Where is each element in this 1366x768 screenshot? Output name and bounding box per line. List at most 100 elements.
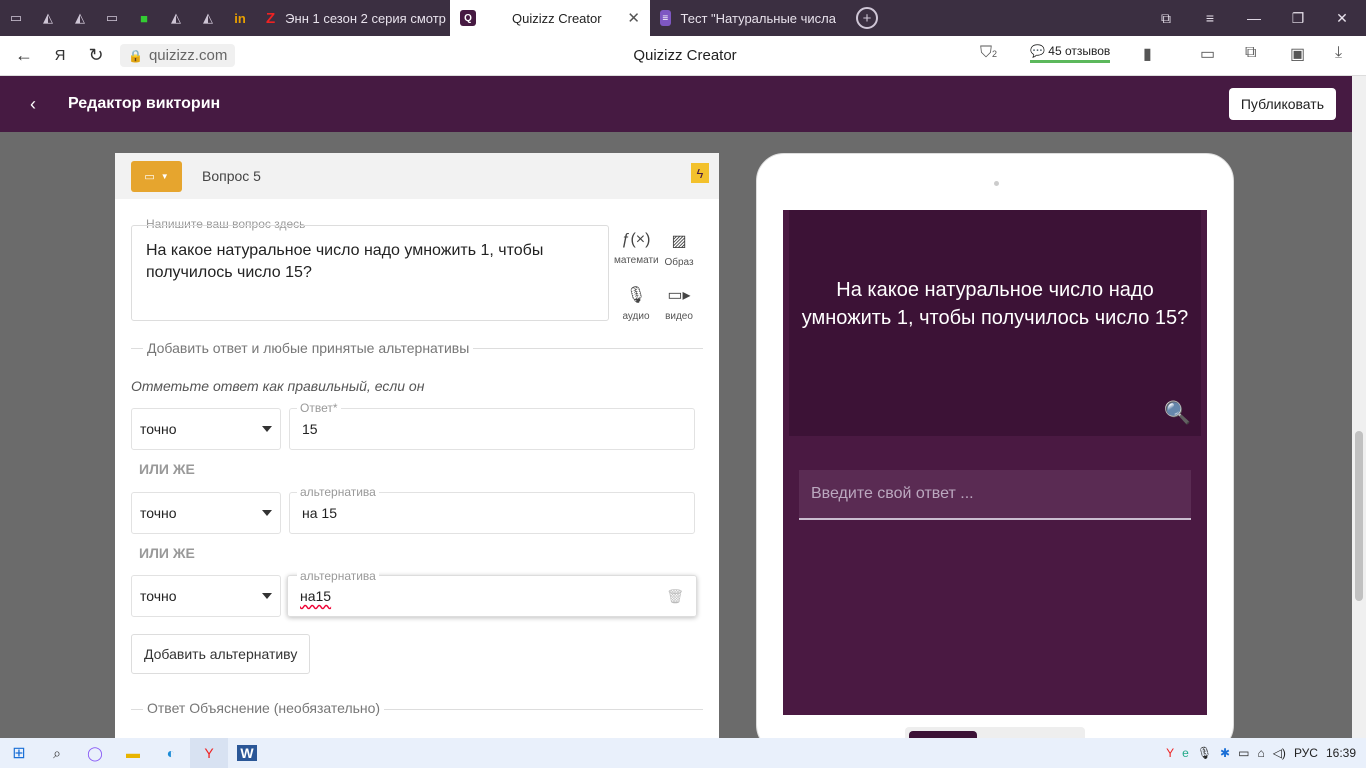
dropdown-caret-icon — [262, 426, 272, 432]
tab-favicon-3[interactable]: ◭ — [64, 0, 96, 36]
question-type-dropdown[interactable]: ▭ ▼ — [131, 160, 182, 192]
match-type-select[interactable]: точно — [131, 408, 281, 450]
tab-quizizz-creator[interactable]: Q Quizizz Creator ✕ — [450, 0, 650, 36]
tab-test[interactable]: ≡ Тест "Натуральные числа — [650, 0, 846, 36]
language-indicator[interactable]: РУС — [1294, 746, 1318, 760]
tool-label: Образ — [664, 257, 694, 268]
restore-button[interactable]: ❐ — [1276, 0, 1320, 36]
publish-button[interactable]: Публиковать — [1228, 88, 1336, 120]
image-icon: ▨ — [671, 233, 687, 250]
clock[interactable]: 16:39 — [1326, 746, 1356, 760]
bookmarks-icon[interactable]: ⧉ — [1144, 0, 1188, 36]
tab-favicon-2[interactable]: ◭ — [32, 0, 64, 36]
assistant-icon[interactable]: ◯ — [76, 738, 114, 768]
tool-label: аудио — [622, 311, 650, 322]
protect-icon[interactable]: ⛉2 — [980, 44, 997, 62]
reload-icon[interactable]: ↻ — [78, 36, 114, 76]
audio-tool[interactable]: 🎙 аудио — [614, 285, 658, 322]
video-tool[interactable]: ▭▸ видео — [657, 285, 701, 322]
windows-start-icon[interactable]: ⊞ — [0, 738, 38, 768]
network-icon[interactable]: ⌂ — [1257, 746, 1264, 760]
word-icon[interactable]: W — [228, 738, 266, 768]
back-chevron-icon[interactable]: ‹ — [30, 94, 50, 115]
match-type-select[interactable]: точно — [131, 492, 281, 534]
yandex-icon[interactable]: Я — [42, 36, 78, 76]
extension-icon[interactable]: ▣ — [1290, 44, 1305, 64]
image-tool[interactable]: ▨ Образ — [657, 231, 701, 268]
tab-video[interactable]: Z Энн 1 сезон 2 серия смотр — [256, 0, 450, 36]
bluetooth-icon[interactable]: ✱ — [1220, 746, 1230, 760]
add-alternative-button[interactable]: Добавить альтернативу — [131, 634, 311, 674]
close-window-button[interactable]: ✕ — [1320, 0, 1364, 36]
preview-answer-input[interactable]: Введите свой ответ ... — [799, 470, 1191, 520]
function-icon: ƒ(×) — [621, 231, 651, 248]
file-explorer-icon[interactable]: ▬ — [114, 738, 152, 768]
download-icon[interactable]: ⤓ — [1335, 44, 1342, 62]
device-camera — [994, 181, 999, 186]
alternative-value: на15 — [300, 588, 332, 604]
answer-value: 15 — [302, 421, 318, 437]
url-field[interactable]: 🔒 quizizz.com — [120, 44, 236, 67]
match-type-select[interactable]: точно — [131, 575, 281, 617]
taskbar: ⊞ ⌕ ◯ ▬ ◐ Y W Y e 🎙 ✱ ▭ ⌂ ◁) РУС 16:39 — [0, 738, 1366, 768]
protect-badge: 2 — [992, 49, 998, 59]
question-input[interactable]: На какое натуральное число надо умножить… — [131, 225, 609, 321]
menu-icon[interactable]: ≡ — [1188, 0, 1232, 36]
editor-title: Редактор викторин — [68, 95, 221, 112]
tool-label: математи — [614, 255, 659, 266]
browser-tab-strip: ▭ ◭ ◭ ▭ ■ ◭ ◭ in Z Энн 1 сезон 2 серия с… — [0, 0, 1366, 36]
tab-favicon-5[interactable]: ■ — [128, 0, 160, 36]
page-title: Quizizz Creator — [633, 47, 737, 64]
bookmark-icon[interactable]: ▮ — [1143, 44, 1152, 64]
edge-icon[interactable]: ◐ — [152, 738, 190, 768]
tab-label: Тест "Натуральные числа — [680, 10, 836, 26]
answer-input[interactable]: 15 — [289, 408, 695, 450]
tool-label: видео — [665, 311, 693, 322]
battery-tray-icon[interactable]: ▭ — [1238, 746, 1249, 760]
scrollbar-thumb[interactable] — [1355, 431, 1363, 601]
quizizz-icon: Q — [460, 10, 476, 26]
trash-icon[interactable]: 🗑 — [666, 588, 684, 605]
yandex-tray-icon[interactable]: Y — [1166, 746, 1174, 760]
explanation-section-title: Ответ Объяснение (необязательно) — [143, 700, 385, 716]
video-icon: ▭▸ — [667, 287, 691, 304]
alternative-value: на 15 — [302, 505, 337, 521]
new-tab-button[interactable]: + — [856, 7, 878, 29]
battery-icon[interactable]: ▭ — [1200, 44, 1215, 64]
textbox-icon: ▭ — [144, 170, 155, 183]
tab-favicon-4[interactable]: ▭ — [96, 0, 128, 36]
tab-favicon-8[interactable]: in — [224, 0, 256, 36]
math-tool[interactable]: ƒ(×) математи — [614, 231, 659, 266]
page-scrollbar[interactable] — [1352, 76, 1366, 738]
system-tray: Y e 🎙 ✱ ▭ ⌂ ◁) РУС 16:39 — [1166, 738, 1366, 768]
edge-tray-icon[interactable]: e — [1182, 746, 1189, 760]
microphone-tray-icon[interactable]: 🎙 — [1197, 746, 1212, 760]
volume-icon[interactable]: ◁) — [1273, 746, 1286, 760]
tab-favicon-7[interactable]: ◭ — [192, 0, 224, 36]
yandex-browser-icon[interactable]: Y — [190, 738, 228, 768]
dropdown-caret-icon — [262, 593, 272, 599]
search-icon[interactable]: ⌕ — [38, 738, 76, 768]
question-header: ▭ ▼ Вопрос 5 ϟ — [115, 153, 719, 199]
reviews-button[interactable]: 💬 45 отзывов — [1030, 44, 1111, 63]
url-text: quizizz.com — [148, 47, 228, 64]
tab-favicon-6[interactable]: ◭ — [160, 0, 192, 36]
question-number: Вопрос 5 — [202, 168, 261, 184]
mark-correct-hint: Отметьте ответ как правильный, если он — [131, 378, 425, 394]
tab-favicon-1[interactable]: ▭ — [0, 0, 32, 36]
back-arrow-icon[interactable]: ← — [6, 36, 42, 76]
or-label: ИЛИ ЖЕ — [139, 461, 195, 477]
alternative-label: альтернатива — [297, 569, 379, 583]
tab-label: Энн 1 сезон 2 серия смотр — [285, 10, 446, 26]
collections-icon[interactable]: ⧉ — [1245, 44, 1256, 62]
lock-icon: 🔒 — [128, 48, 143, 63]
minimize-button[interactable]: — — [1232, 0, 1276, 36]
close-tab-icon[interactable]: ✕ — [613, 9, 640, 27]
alternative-label: альтернатива — [297, 485, 379, 499]
zoom-in-icon[interactable]: 🔍 — [1164, 400, 1191, 426]
device-preview: На какое натуральное число надо умножить… — [756, 153, 1234, 753]
match-type-value: точно — [140, 421, 177, 437]
preview-question-text: На какое натуральное число надо умножить… — [801, 279, 1189, 329]
lightning-icon[interactable]: ϟ — [691, 163, 709, 183]
app-header: ‹ Редактор викторин Публиковать — [0, 76, 1352, 132]
